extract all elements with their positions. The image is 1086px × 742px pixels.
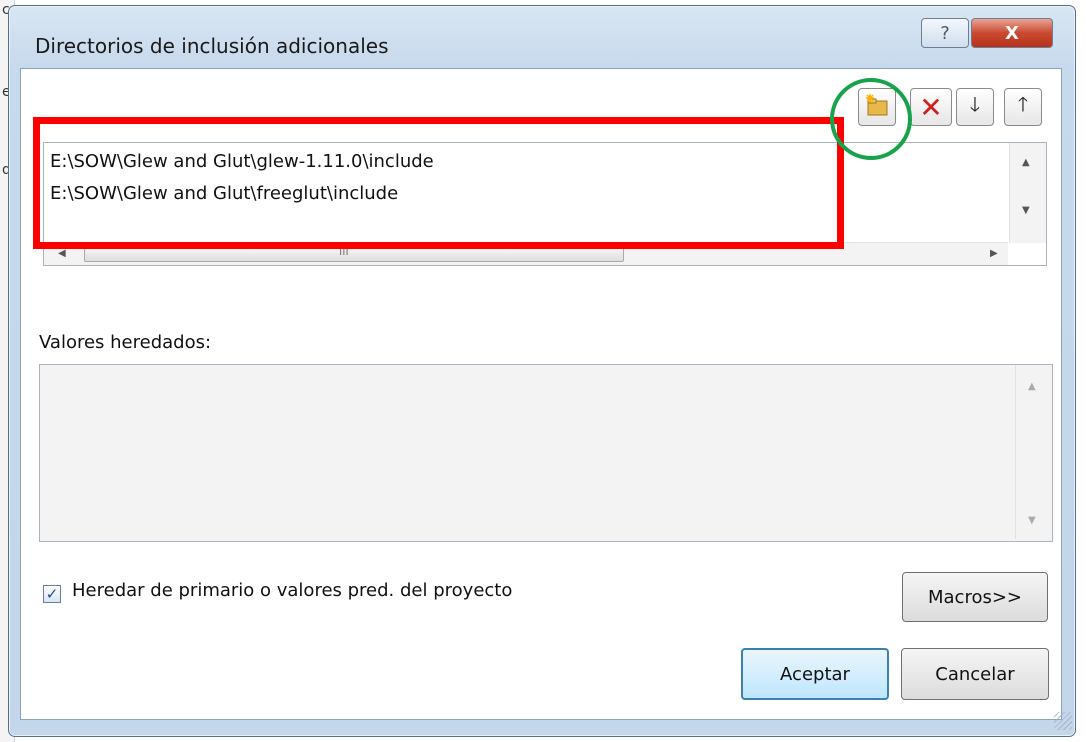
highlight-rectangle [33,117,844,249]
close-button[interactable]: X [971,18,1053,48]
cancel-button[interactable]: Cancelar [901,648,1049,700]
inherited-values-label: Valores heredados: [39,332,212,353]
accept-button[interactable]: Aceptar [741,648,889,700]
scroll-left-arrow-icon[interactable]: ◀ [58,248,66,259]
scroll-down-arrow-icon[interactable]: ▼ [1028,515,1036,526]
move-up-button[interactable]: 🡑 [1004,88,1042,126]
scroll-up-arrow-icon[interactable]: ▲ [1028,381,1036,392]
scroll-down-arrow-icon[interactable]: ▼ [1022,205,1030,216]
delete-icon: ✕ [919,90,943,124]
scroll-right-arrow-icon[interactable]: ▶ [990,248,998,259]
arrow-up-icon: 🡑 [1017,92,1029,116]
vertical-scrollbar[interactable]: ▲ ▼ [1009,143,1046,243]
inherited-vertical-scrollbar[interactable]: ▲ ▼ [1015,365,1052,539]
help-button[interactable]: ? [921,18,969,48]
dialog-title: Directorios de inclusión adicionales [35,34,389,58]
inherit-checkbox-label: Heredar de primario o valores pred. del … [72,580,513,601]
arrow-down-icon: 🡓 [969,92,981,116]
scroll-up-arrow-icon[interactable]: ▲ [1022,157,1030,168]
highlight-circle [830,78,912,160]
resize-grip-icon[interactable] [1054,712,1072,730]
delete-line-button[interactable]: ✕ [910,88,952,126]
inherited-values-list[interactable]: ▲ ▼ [39,364,1053,542]
move-down-button[interactable]: 🡓 [956,88,994,126]
macros-button[interactable]: Macros>> [902,572,1048,622]
inherit-checkbox[interactable]: ✓ [43,585,61,603]
